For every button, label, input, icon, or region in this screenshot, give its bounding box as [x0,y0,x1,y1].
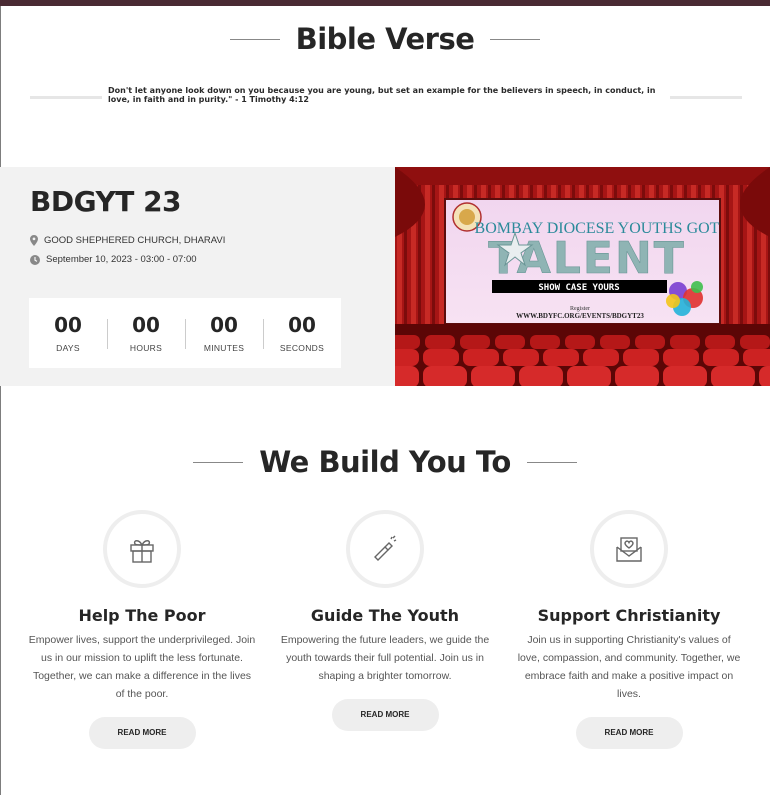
map-pin-icon [30,235,38,246]
card-title: Help The Poor [78,606,206,625]
card-title: Support Christianity [537,606,721,625]
verse-block: Don't let anyone look down on you becaus… [30,86,742,106]
countdown-seconds: 00 SECONDS [263,313,341,353]
card-icon-circle [590,510,668,588]
event-info-panel: BDGYT 23 GOOD SHEPHERED CHURCH, DHARAVI … [0,167,395,386]
card-guide-the-youth: Guide The Youth Empowering the future le… [265,510,505,731]
countdown-days: 00 DAYS [29,313,107,353]
verse-rule-left [30,96,102,99]
bible-verse-header: Bible Verse [0,22,770,56]
countdown-value: 00 [288,313,316,337]
champagne-icon [374,535,397,561]
read-more-button[interactable]: READ MORE [575,717,683,749]
poster-line3: SHOW CASE YOURS [538,283,619,293]
card-icon-circle [103,510,181,588]
event-date-text: September 10, 2023 - 03:00 - 07:00 [46,254,197,265]
event-section: BDGYT 23 GOOD SHEPHERED CHURCH, DHARAVI … [0,167,770,386]
read-more-button[interactable]: READ MORE [88,717,196,749]
countdown-value: 00 [54,313,82,337]
poster-url: WWW.BDYFC.ORG/EVENTS/BDGYT23 [516,312,644,320]
verse-rule-right [670,96,742,99]
card-support-christianity: Support Christianity Join us in supporti… [509,510,749,749]
top-bar [0,0,770,6]
card-text: Join us in supporting Christianity's val… [517,634,741,700]
countdown-label: MINUTES [203,343,245,353]
countdown-label: HOURS [129,343,163,353]
build-heading: We Build You To [259,445,511,479]
verse-text: Don't let anyone look down on you becaus… [108,86,656,104]
theater-poster-graphic: BOMBAY DIOCESE YOUTHS GOT TALENT SHOW CA… [395,167,770,386]
love-letter-icon [616,537,642,562]
read-more-button[interactable]: READ MORE [331,699,439,731]
countdown-value: 00 [210,313,238,337]
countdown-hours: 00 HOURS [107,313,185,353]
gift-icon [130,540,154,563]
countdown-timer: 00 DAYS 00 HOURS 00 MINUTES 00 SECONDS [29,298,341,368]
card-icon-circle [346,510,424,588]
card-text: Empower lives, support the underprivileg… [28,634,256,700]
countdown-minutes: 00 MINUTES [185,313,263,353]
heading-rule-right [490,38,541,40]
card-help-the-poor: Help The Poor Empower lives, support the… [22,510,262,749]
build-header: We Build You To [0,445,770,479]
countdown-value: 00 [132,313,160,337]
heading-rule-right [526,461,577,463]
event-location-text: GOOD SHEPHERED CHURCH, DHARAVI [44,235,226,246]
countdown-label: SECONDS [279,343,325,353]
clock-icon [30,254,40,265]
countdown-label: DAYS [56,343,80,353]
event-date: September 10, 2023 - 03:00 - 07:00 [30,254,197,265]
event-poster-image[interactable]: BOMBAY DIOCESE YOUTHS GOT TALENT SHOW CA… [395,167,770,386]
card-text: Empowering the future leaders, we guide … [280,634,490,682]
event-location: GOOD SHEPHERED CHURCH, DHARAVI [30,235,225,246]
bible-verse-heading: Bible Verse [295,22,475,56]
card-title: Guide The Youth [310,606,460,625]
heading-rule-left [193,461,244,463]
heading-rule-left [229,38,280,40]
event-title[interactable]: BDGYT 23 [30,185,182,218]
left-border [0,6,1,795]
